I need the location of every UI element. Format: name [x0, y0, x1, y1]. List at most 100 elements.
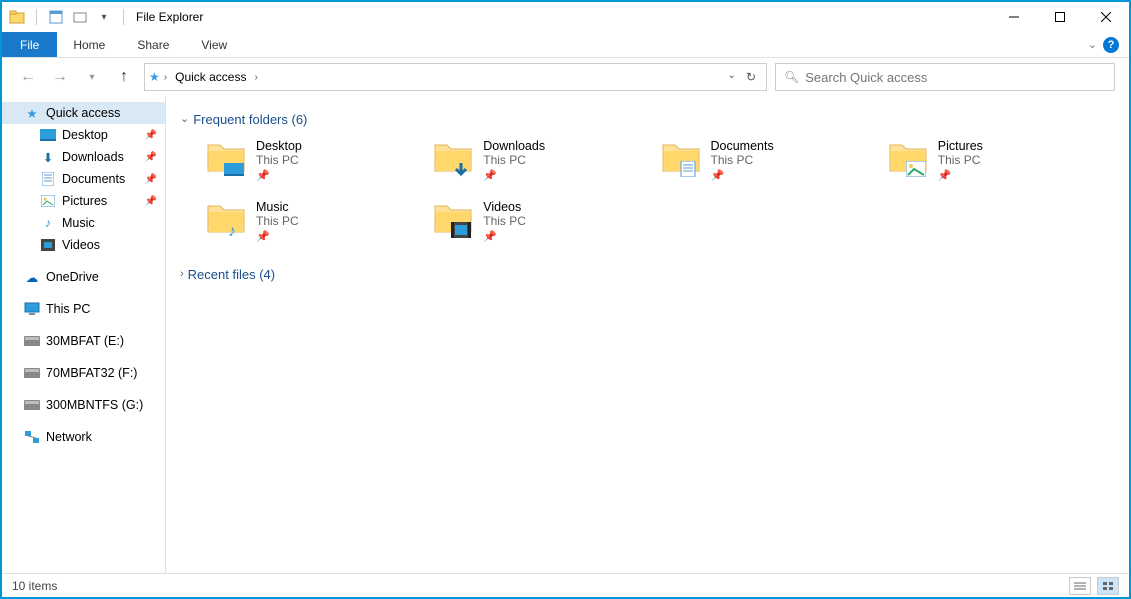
folder-icon [661, 139, 701, 179]
tab-share[interactable]: Share [121, 32, 185, 57]
ribbon-tabs: File Home Share View ⌄ ? [2, 32, 1129, 58]
folder-location: This PC [938, 153, 983, 167]
breadcrumb-location[interactable]: Quick access [171, 70, 250, 84]
status-item-count: 10 items [12, 579, 57, 593]
folder-item[interactable]: Videos This PC 📌 [433, 200, 660, 243]
forward-button[interactable]: → [48, 65, 72, 89]
folder-name: Videos [483, 200, 526, 214]
monitor-icon [24, 301, 40, 317]
properties-icon[interactable] [47, 8, 65, 26]
download-icon: ⬇ [40, 149, 56, 165]
folder-item[interactable]: Desktop This PC 📌 [206, 139, 433, 182]
tab-view[interactable]: View [185, 32, 243, 57]
folder-icon: ♪ [206, 200, 246, 240]
minimize-button[interactable] [991, 2, 1037, 32]
document-icon [40, 171, 56, 187]
pin-icon: 📌 [145, 196, 157, 207]
pin-icon: 📌 [145, 130, 157, 141]
folder-item[interactable]: Documents This PC 📌 [661, 139, 888, 182]
chevron-right-icon[interactable]: › [254, 72, 257, 83]
folder-location: This PC [483, 153, 545, 167]
nav-drive-e[interactable]: 30MBFAT (E:) [2, 330, 165, 352]
folder-name: Documents [711, 139, 774, 153]
maximize-button[interactable] [1037, 2, 1083, 32]
up-button[interactable]: ↑ [112, 65, 136, 89]
folder-location: This PC [256, 214, 299, 228]
title-bar: ▾ File Explorer [2, 2, 1129, 32]
chevron-right-icon[interactable]: › [164, 72, 167, 83]
network-icon [24, 429, 40, 445]
navigation-row: ← → ▾ ↑ ★ › Quick access › ⌄ ↻ 🔍︎ [2, 58, 1129, 96]
content-area: ⌄ Frequent folders (6) Desktop This PC 📌… [166, 96, 1129, 573]
pin-icon: 📌 [483, 169, 545, 182]
search-box[interactable]: 🔍︎ [775, 63, 1115, 91]
chevron-down-icon: ⌄ [180, 112, 189, 125]
music-icon: ♪ [40, 215, 56, 231]
folder-name: Music [256, 200, 299, 214]
folder-location: This PC [256, 153, 302, 167]
status-bar: 10 items [2, 573, 1129, 597]
section-frequent-folders[interactable]: ⌄ Frequent folders (6) [180, 112, 1115, 127]
nav-downloads[interactable]: ⬇ Downloads 📌 [2, 146, 165, 168]
pin-icon: 📌 [256, 169, 302, 182]
nav-drive-g[interactable]: 300MBNTFS (G:) [2, 394, 165, 416]
search-icon: 🔍︎ [784, 70, 799, 84]
search-input[interactable] [805, 70, 1106, 85]
pin-icon: 📌 [145, 174, 157, 185]
nav-videos[interactable]: Videos [2, 234, 165, 256]
nav-desktop[interactable]: Desktop 📌 [2, 124, 165, 146]
pin-icon: 📌 [483, 230, 526, 243]
pin-icon: 📌 [145, 152, 157, 163]
nav-onedrive[interactable]: ☁ OneDrive [2, 266, 165, 288]
quick-access-star-icon: ★ [149, 70, 160, 84]
tab-file[interactable]: File [2, 32, 57, 57]
nav-this-pc[interactable]: This PC [2, 298, 165, 320]
back-button[interactable]: ← [16, 65, 40, 89]
nav-quick-access[interactable]: ★ Quick access [2, 102, 165, 124]
address-dropdown-icon[interactable]: ⌄ [728, 70, 736, 84]
qat-dropdown-icon[interactable]: ▾ [95, 8, 113, 26]
help-icon[interactable]: ? [1103, 37, 1119, 53]
folder-location: This PC [483, 214, 526, 228]
ribbon-expand-icon[interactable]: ⌄ [1088, 38, 1097, 51]
icons-view-button[interactable] [1097, 577, 1119, 595]
explorer-icon [8, 8, 26, 26]
folder-name: Desktop [256, 139, 302, 153]
drive-icon [24, 397, 40, 413]
star-icon: ★ [24, 105, 40, 121]
drive-icon [24, 333, 40, 349]
refresh-icon[interactable]: ↻ [746, 70, 756, 84]
pin-icon: 📌 [711, 169, 774, 182]
close-button[interactable] [1083, 2, 1129, 32]
address-bar[interactable]: ★ › Quick access › ⌄ ↻ [144, 63, 767, 91]
folder-item[interactable]: ♪ Music This PC 📌 [206, 200, 433, 243]
chevron-right-icon: › [180, 268, 184, 280]
section-recent-files[interactable]: › Recent files (4) [180, 267, 1115, 282]
drive-icon [24, 365, 40, 381]
folder-icon [206, 139, 246, 179]
nav-drive-f[interactable]: 70MBFAT32 (F:) [2, 362, 165, 384]
folder-item[interactable]: Pictures This PC 📌 [888, 139, 1115, 182]
recent-dropdown-icon[interactable]: ▾ [80, 65, 104, 89]
window-title: File Explorer [136, 10, 203, 24]
folder-name: Downloads [483, 139, 545, 153]
folder-icon [888, 139, 928, 179]
nav-music[interactable]: ♪ Music [2, 212, 165, 234]
folder-location: This PC [711, 153, 774, 167]
folder-item[interactable]: Downloads This PC 📌 [433, 139, 660, 182]
desktop-icon [40, 127, 56, 143]
folder-icon [433, 139, 473, 179]
new-folder-icon[interactable] [71, 8, 89, 26]
details-view-button[interactable] [1069, 577, 1091, 595]
nav-network[interactable]: Network [2, 426, 165, 448]
nav-documents[interactable]: Documents 📌 [2, 168, 165, 190]
tab-home[interactable]: Home [57, 32, 121, 57]
pin-icon: 📌 [256, 230, 299, 243]
pin-icon: 📌 [938, 169, 983, 182]
quick-access-toolbar: ▾ [8, 8, 128, 26]
svg-text:♪: ♪ [228, 223, 236, 238]
picture-icon [40, 193, 56, 209]
nav-pictures[interactable]: Pictures 📌 [2, 190, 165, 212]
folder-icon [433, 200, 473, 240]
folder-name: Pictures [938, 139, 983, 153]
